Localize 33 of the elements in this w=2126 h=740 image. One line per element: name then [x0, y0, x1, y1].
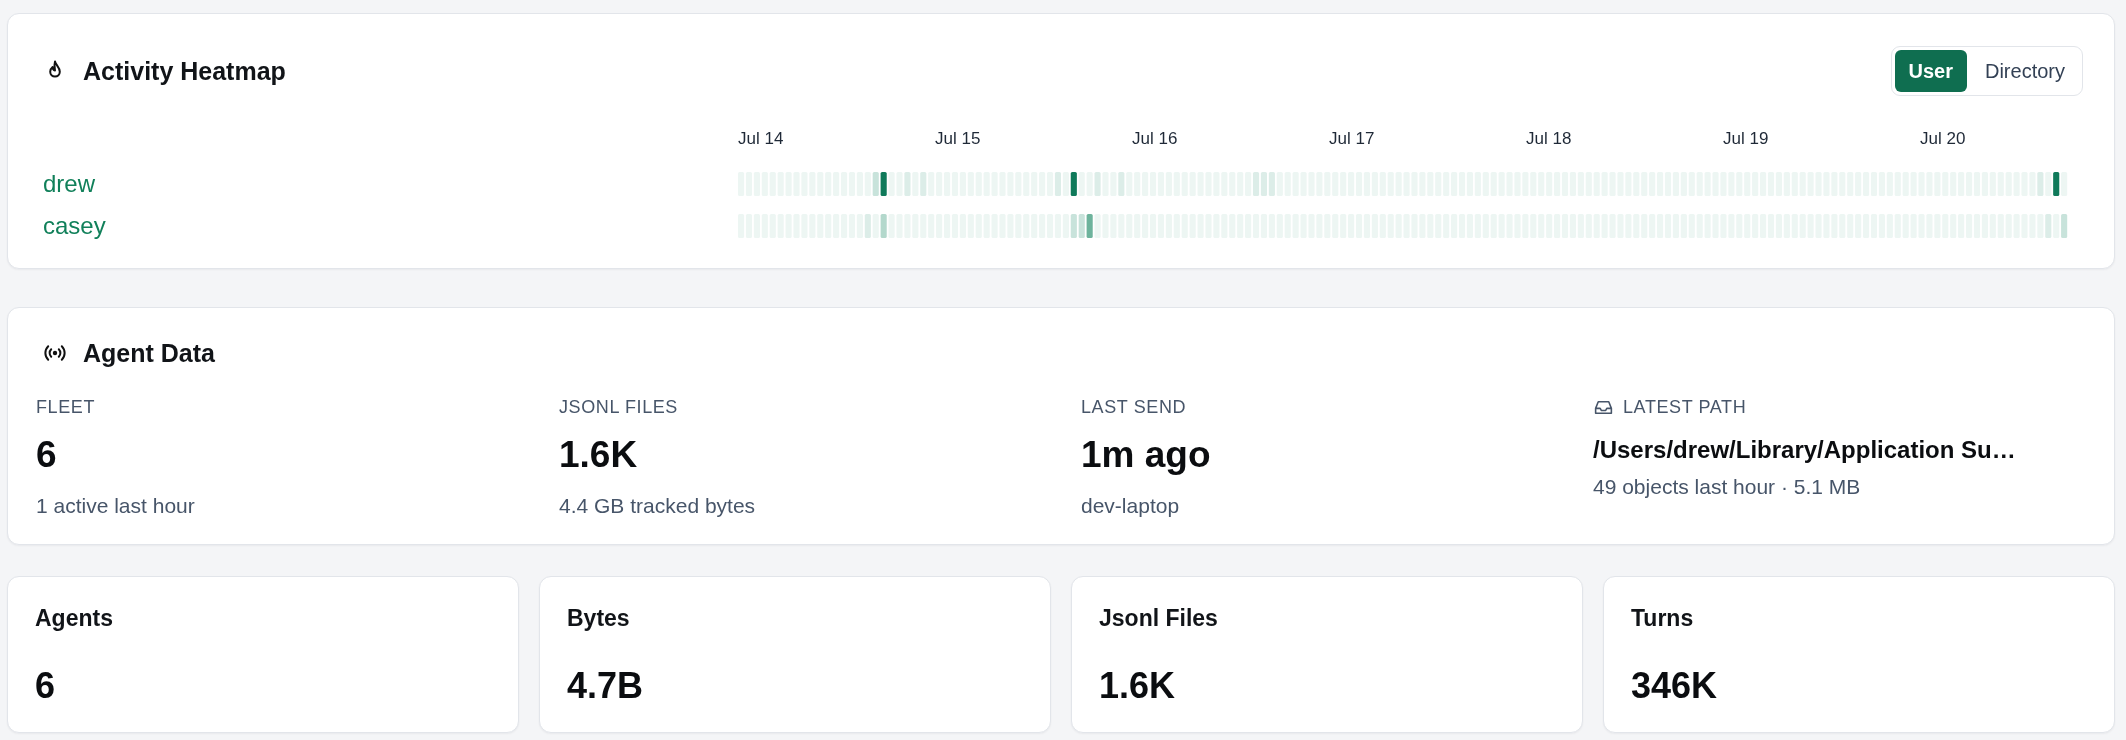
stat-value: 1.6K	[559, 433, 638, 477]
date-label: Jul 20	[1920, 128, 1967, 150]
date-label: Jul 18	[1526, 128, 1573, 150]
stat-label: LATEST PATH	[1623, 396, 1747, 419]
user-link[interactable]: drew	[36, 170, 96, 198]
summary-title: Turns	[1631, 604, 1695, 632]
stat-detail: 4.4 GB tracked bytes	[559, 493, 756, 519]
stat-label: FLEET	[36, 396, 95, 419]
summary-title: Agents	[35, 604, 114, 632]
card-title: Activity Heatmap	[83, 56, 286, 86]
stat-detail: 1 active last hour	[36, 493, 195, 519]
summary-value: 6	[35, 665, 57, 707]
stat-label: LAST SEND	[1081, 396, 1187, 419]
view-toggle-option[interactable]: Directory	[1971, 50, 2079, 92]
date-label: Jul 19	[1723, 128, 1770, 150]
stat-detail: 49 objects last hour · 5.1 MB	[1593, 474, 1861, 500]
stat-value: 1m ago	[1081, 433, 1211, 477]
summary-title: Bytes	[567, 604, 631, 632]
stat-label: JSONL FILES	[559, 396, 678, 419]
summary-value: 1.6K	[1099, 665, 1177, 707]
date-label: Jul 15	[935, 128, 982, 150]
user-link[interactable]: casey	[36, 212, 106, 240]
stat-detail: dev-laptop	[1081, 493, 1180, 519]
date-label: Jul 17	[1329, 128, 1376, 150]
summary-title: Jsonl Files	[1099, 604, 1219, 632]
card-title: Agent Data	[83, 338, 215, 368]
stat-value: 6	[36, 433, 57, 477]
path-value: /Users/drew/Library/Application Su…	[1593, 435, 2016, 465]
date-label: Jul 14	[738, 128, 785, 150]
summary-value: 4.7B	[567, 665, 645, 707]
summary-value: 346K	[1631, 665, 1719, 707]
date-label: Jul 16	[1132, 128, 1179, 150]
view-toggle-option[interactable]: User	[1894, 50, 1967, 92]
